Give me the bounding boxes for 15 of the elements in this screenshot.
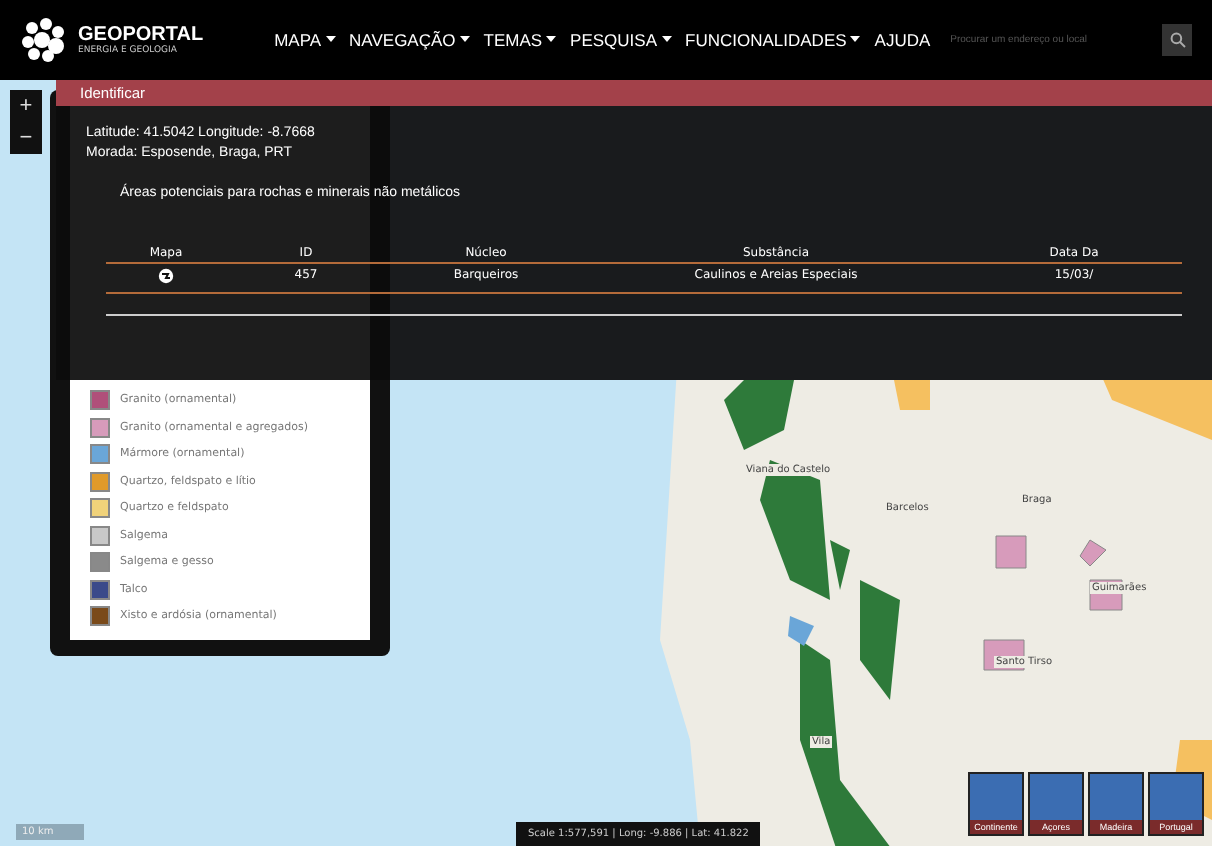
caret-icon: [661, 36, 672, 44]
caret-icon: [325, 36, 336, 44]
caret-icon: [850, 36, 861, 44]
nav-menu-item[interactable]: PESQUISA: [570, 30, 672, 50]
nav-menu-item[interactable]: TEMAS: [483, 30, 557, 50]
globe-dots-logo-icon: [20, 16, 68, 64]
caret-icon: [546, 36, 557, 44]
nav-menu-item[interactable]: AJUDA: [874, 30, 931, 50]
search-button[interactable]: [1162, 24, 1192, 56]
caret-icon: [459, 36, 470, 44]
logo-title: GEOPORTAL: [78, 24, 204, 46]
nav-menu-item[interactable]: NAVEGAÇÃO: [349, 30, 470, 50]
search-icon: [1169, 32, 1186, 48]
nav-menu-item[interactable]: MAPA: [274, 30, 336, 50]
nav-menu-item[interactable]: FUNCIONALIDADES: [685, 30, 861, 50]
